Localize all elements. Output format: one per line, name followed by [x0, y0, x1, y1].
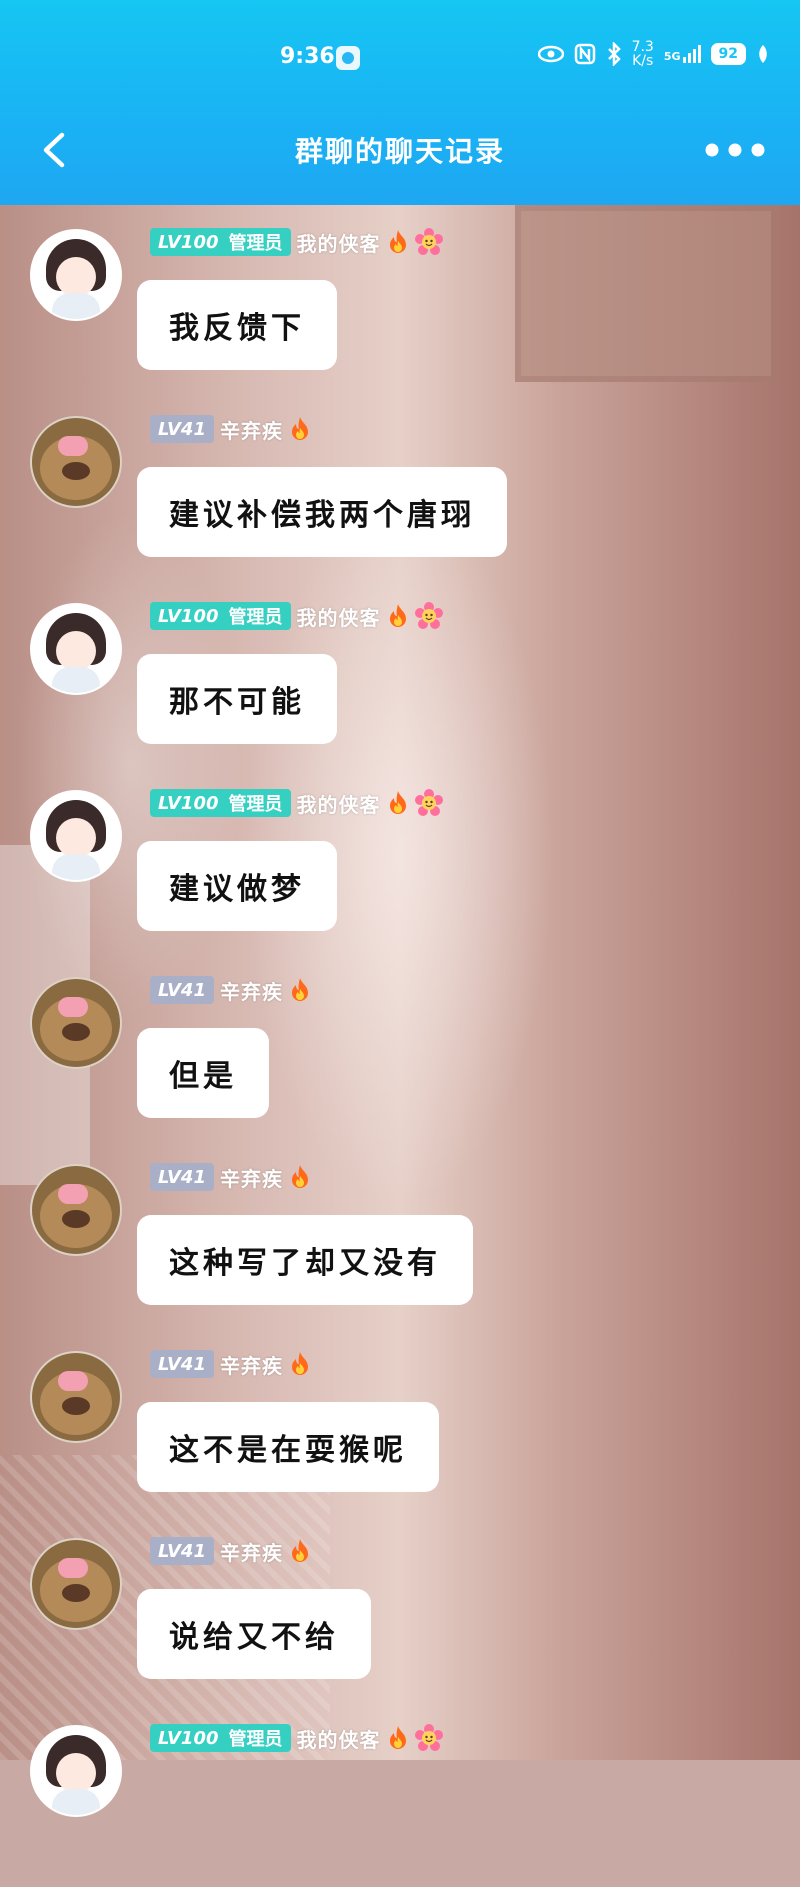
- user-avatar[interactable]: [30, 416, 122, 508]
- message-bubble[interactable]: 说给又不给: [137, 1589, 371, 1679]
- status-bar: 9:36 7.3 K/s 5G 92: [0, 0, 800, 120]
- message-item[interactable]: LV100 管理员 我的侠客我反馈下: [0, 205, 800, 391]
- flame-icon: [289, 1164, 311, 1190]
- level-label: LV100: [158, 231, 219, 253]
- sender-info: LV100 管理员 我的侠客: [150, 788, 443, 818]
- sender-info: LV100 管理员 我的侠客: [150, 227, 443, 257]
- level-label: LV41: [158, 1166, 206, 1188]
- level-badge: LV41: [150, 1350, 214, 1378]
- role-label: 管理员: [228, 794, 283, 815]
- sender-name[interactable]: 辛弃疾: [220, 1537, 283, 1566]
- leaf-icon: [759, 45, 767, 63]
- app-header: 9:36 7.3 K/s 5G 92 群聊的聊天记录: [0, 0, 800, 205]
- level-badge: LV41: [150, 415, 214, 443]
- sender-info: LV41 辛弃疾: [150, 1162, 311, 1192]
- message-bubble[interactable]: 这不是在耍猴呢: [137, 1402, 439, 1492]
- message-item[interactable]: LV100 管理员 我的侠客: [0, 1701, 800, 1887]
- message-bubble[interactable]: 建议做梦: [137, 841, 337, 931]
- sender-name[interactable]: 我的侠客: [297, 602, 381, 631]
- more-dots-icon: [705, 143, 765, 157]
- admin-avatar[interactable]: [30, 790, 122, 882]
- more-button[interactable]: [700, 130, 770, 170]
- message-item[interactable]: LV41 辛弃疾这不是在耍猴呢: [0, 1327, 800, 1513]
- admin-avatar[interactable]: [30, 1725, 122, 1817]
- admin-level-badge: LV100 管理员: [150, 789, 291, 817]
- admin-avatar[interactable]: [30, 229, 122, 321]
- battery-icon: 92: [710, 43, 746, 65]
- sender-name[interactable]: 辛弃疾: [220, 1350, 283, 1379]
- level-label: LV100: [158, 1727, 219, 1749]
- role-label: 管理员: [228, 1729, 283, 1750]
- status-icons: 7.3 K/s 5G 92: [537, 40, 770, 68]
- level-badge: LV41: [150, 976, 214, 1004]
- user-avatar[interactable]: [30, 1538, 122, 1630]
- level-label: LV100: [158, 792, 219, 814]
- message-item[interactable]: LV41 辛弃疾说给又不给: [0, 1514, 800, 1700]
- flower-icon: [414, 789, 443, 817]
- flame-icon: [387, 603, 409, 629]
- flame-icon: [289, 1538, 311, 1564]
- message-item[interactable]: LV41 辛弃疾建议补偿我两个唐珝: [0, 392, 800, 578]
- sender-name[interactable]: 我的侠客: [297, 1724, 381, 1753]
- sender-name[interactable]: 我的侠客: [297, 789, 381, 818]
- flame-icon: [289, 1351, 311, 1377]
- level-badge: LV41: [150, 1537, 214, 1565]
- sender-name[interactable]: 辛弃疾: [220, 976, 283, 1005]
- level-label: LV100: [158, 605, 219, 627]
- flame-icon: [387, 1725, 409, 1751]
- message-list[interactable]: LV100 管理员 我的侠客 我反馈下 LV41 辛弃疾 建议补偿我两个唐珝 LV100 管理员…: [0, 205, 800, 1817]
- level-label: LV41: [158, 418, 206, 440]
- message-bubble[interactable]: 那不可能: [137, 654, 337, 744]
- sender-info: LV41 辛弃疾: [150, 975, 311, 1005]
- message-item[interactable]: LV41 辛弃疾这种写了却又没有: [0, 1140, 800, 1326]
- sender-info: LV100 管理员 我的侠客: [150, 1723, 443, 1753]
- network-speed-unit: K/s: [632, 53, 654, 69]
- nfc-icon: [574, 43, 595, 65]
- message-item[interactable]: LV100 管理员 我的侠客建议做梦: [0, 766, 800, 952]
- signal-label: 5G: [663, 50, 681, 63]
- network-speed: 7.3 K/s: [632, 40, 654, 68]
- user-avatar[interactable]: [30, 1351, 122, 1443]
- role-label: 管理员: [228, 233, 283, 254]
- flame-icon: [387, 790, 409, 816]
- sender-info: LV100 管理员 我的侠客: [150, 601, 443, 631]
- admin-avatar[interactable]: [30, 603, 122, 695]
- eye-icon: [537, 45, 564, 63]
- role-label: 管理员: [228, 607, 283, 628]
- level-label: LV41: [158, 1540, 206, 1562]
- user-avatar[interactable]: [30, 977, 122, 1069]
- level-badge: LV41: [150, 1163, 214, 1191]
- flower-icon: [414, 228, 443, 256]
- app-notification-icon: [336, 46, 360, 70]
- message-bubble[interactable]: 但是: [137, 1028, 269, 1118]
- sender-name[interactable]: 辛弃疾: [220, 1163, 283, 1192]
- page-title: 群聊的聊天记录: [294, 135, 505, 168]
- flame-icon: [289, 977, 311, 1003]
- message-bubble[interactable]: 我反馈下: [137, 280, 337, 370]
- signal-icon: 5G: [664, 45, 701, 63]
- sender-name[interactable]: 我的侠客: [297, 228, 381, 257]
- user-avatar[interactable]: [30, 1164, 122, 1256]
- bluetooth-icon: [607, 42, 621, 66]
- sender-info: LV41 辛弃疾: [150, 1536, 311, 1566]
- admin-level-badge: LV100 管理员: [150, 602, 291, 630]
- flower-icon: [414, 1724, 443, 1752]
- status-time: 9:36: [280, 44, 335, 69]
- network-speed-value: 7.3: [631, 39, 654, 55]
- level-label: LV41: [158, 979, 206, 1001]
- flame-icon: [387, 229, 409, 255]
- sender-info: LV41 辛弃疾: [150, 414, 311, 444]
- sender-info: LV41 辛弃疾: [150, 1349, 311, 1379]
- message-bubble[interactable]: 建议补偿我两个唐珝: [137, 467, 507, 557]
- level-label: LV41: [158, 1353, 206, 1375]
- admin-level-badge: LV100 管理员: [150, 1724, 291, 1752]
- flower-icon: [414, 602, 443, 630]
- message-bubble[interactable]: 这种写了却又没有: [137, 1215, 473, 1305]
- message-item[interactable]: LV100 管理员 我的侠客那不可能: [0, 579, 800, 765]
- message-item[interactable]: LV41 辛弃疾但是: [0, 953, 800, 1139]
- sender-name[interactable]: 辛弃疾: [220, 415, 283, 444]
- admin-level-badge: LV100 管理员: [150, 228, 291, 256]
- flame-icon: [289, 416, 311, 442]
